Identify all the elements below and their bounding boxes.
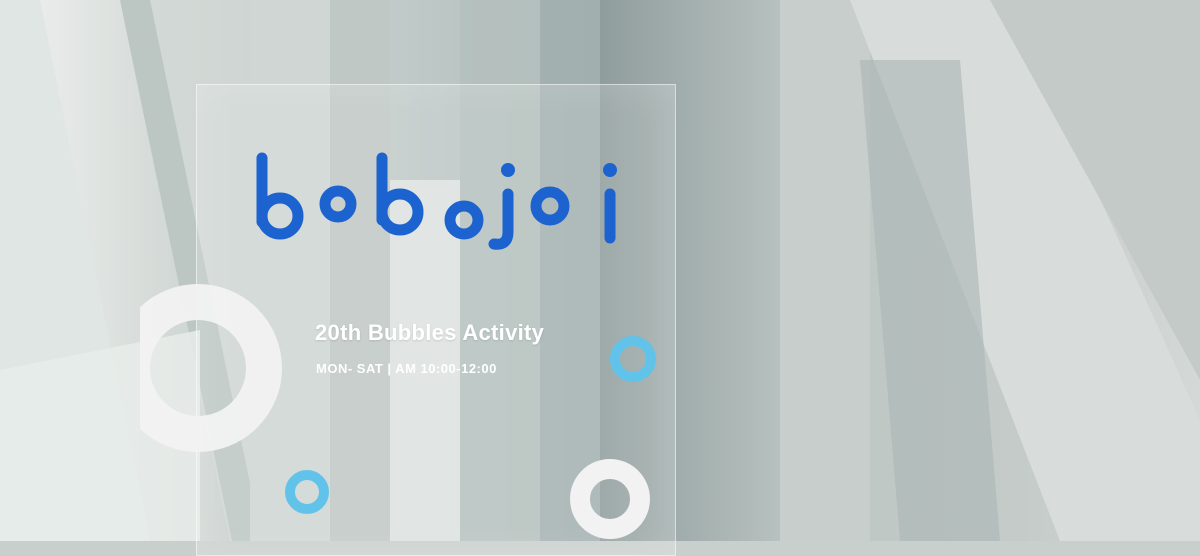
event-title: 20th Bubbles Activity: [315, 320, 545, 345]
bobojoi-logo: [256, 152, 617, 250]
white-ring-icon: [570, 459, 650, 539]
large-white-ring-icon: [140, 284, 282, 452]
event-schedule: MON- SAT | AM 10:00-12:00: [316, 361, 497, 376]
small-blue-ring-icon: [285, 470, 329, 514]
light-blue-ring-icon: [610, 336, 656, 382]
